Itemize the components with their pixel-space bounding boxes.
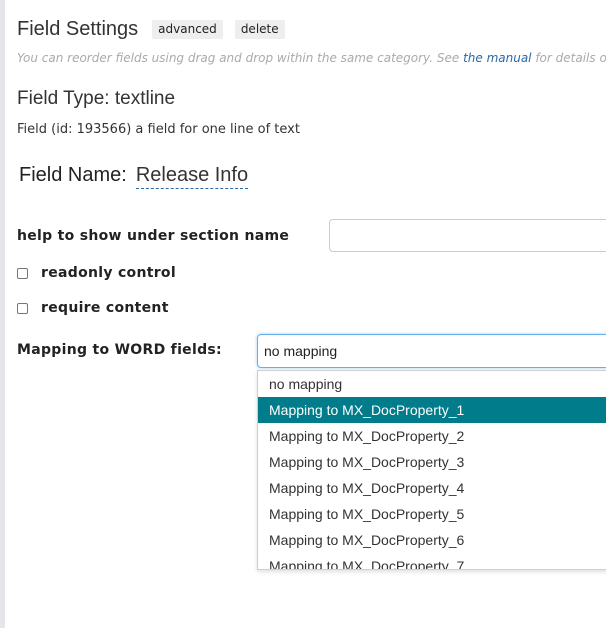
mapping-select[interactable]: no mapping xyxy=(257,334,606,368)
require-label: require content xyxy=(41,300,169,316)
header: Field Settings advanced delete xyxy=(17,18,297,41)
hint-suffix: for details on xyxy=(535,51,606,65)
field-type-title: Field Type: textline xyxy=(17,88,176,109)
require-row: require content xyxy=(17,300,169,316)
mapping-option[interactable]: Mapping to MX_DocProperty_4 xyxy=(258,475,606,501)
mapping-option[interactable]: Mapping to MX_DocProperty_3 xyxy=(258,449,606,475)
require-checkbox[interactable] xyxy=(17,302,28,314)
mapping-option[interactable]: Mapping to MX_DocProperty_6 xyxy=(258,527,606,553)
mapping-option[interactable]: Mapping to MX_DocProperty_5 xyxy=(258,501,606,527)
readonly-label: readonly control xyxy=(41,265,176,281)
manual-link[interactable]: the manual xyxy=(463,51,531,65)
mapping-option[interactable]: Mapping to MX_DocProperty_2 xyxy=(258,423,606,449)
field-name-label: Field Name: xyxy=(19,164,127,186)
mapping-option[interactable]: no mapping xyxy=(258,371,606,397)
hint-prefix: You can reorder fields using drag and dr… xyxy=(17,51,464,65)
field-name-row: Field Name: Release Info xyxy=(19,164,249,189)
mapping-dropdown-list: no mapping Mapping to MX_DocProperty_1 Map… xyxy=(257,370,606,570)
readonly-checkbox[interactable] xyxy=(17,267,28,279)
field-description: Field (id: 193566) a field for one line … xyxy=(17,122,300,137)
mapping-option[interactable]: Mapping to MX_DocProperty_7 xyxy=(258,553,606,569)
field-settings-panel: Field Settings advanced delete You can r… xyxy=(0,0,606,628)
mapping-option[interactable]: Mapping to MX_DocProperty_1 xyxy=(258,397,606,423)
delete-button[interactable]: delete xyxy=(234,20,285,39)
help-label: help to show under section name xyxy=(17,228,290,244)
field-name-editable[interactable]: Release Info xyxy=(135,164,249,189)
advanced-button[interactable]: advanced xyxy=(152,20,223,39)
readonly-row: readonly control xyxy=(17,265,176,281)
help-input[interactable] xyxy=(329,219,606,252)
reorder-hint: You can reorder fields using drag and dr… xyxy=(17,51,606,65)
mapping-label: Mapping to WORD fields: xyxy=(17,342,222,358)
page-title: Field Settings xyxy=(17,18,139,40)
